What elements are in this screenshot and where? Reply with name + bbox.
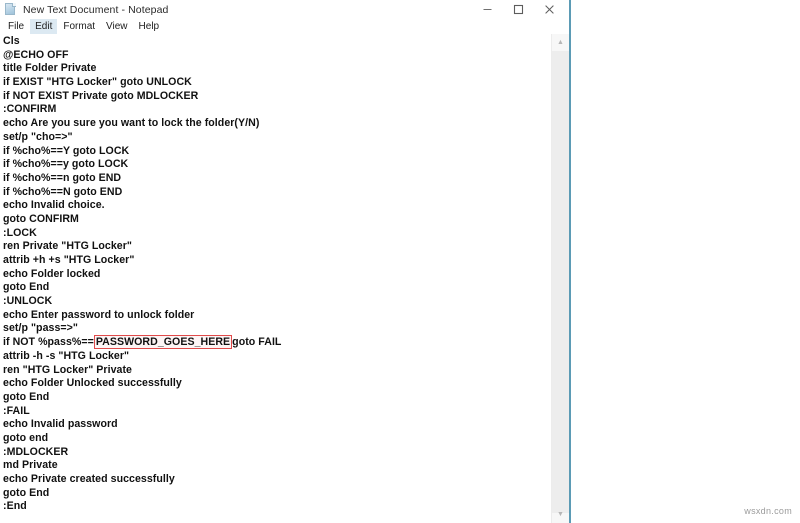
code-line: goto End: [3, 281, 50, 294]
code-line: if %cho%==n goto END: [3, 171, 122, 184]
vertical-scrollbar[interactable]: ▲ ▼: [551, 34, 569, 523]
scroll-up-icon[interactable]: ▲: [552, 34, 569, 51]
code-line: @ECHO OFF: [3, 48, 69, 61]
menu-item-edit[interactable]: Edit: [30, 19, 58, 34]
code-line: echo Are you sure you want to lock the f…: [3, 117, 260, 130]
notepad-window: New Text Document - Notepad File Edit Fo…: [0, 0, 571, 523]
notepad-document-icon: [4, 3, 17, 16]
code-line: echo Private created successfully: [3, 473, 175, 485]
code-line: :CONFIRM: [3, 103, 57, 116]
code-line: echo Enter password to unlock folder: [3, 308, 195, 321]
code-line: title Folder Private: [3, 62, 97, 75]
close-button[interactable]: [534, 0, 565, 19]
code-line: Cls: [3, 35, 20, 47]
code-line: :MDLOCKER: [3, 445, 69, 458]
code-line: attrib -h -s "HTG Locker": [3, 349, 130, 362]
code-line-highlighted: if NOT %pass%== PASSWORD_GOES_HERE goto FA…: [3, 335, 551, 350]
screen-root: New Text Document - Notepad File Edit Fo…: [0, 0, 800, 523]
code-line: if %cho%==Y goto LOCK: [3, 144, 130, 157]
code-line: echo Folder locked: [3, 267, 101, 280]
text-content[interactable]: Cls @ECHO OFF title Folder Private if EXIST…: [0, 34, 551, 523]
scroll-down-icon[interactable]: ▼: [552, 506, 569, 523]
code-line: :UNLOCK: [3, 295, 53, 308]
menu-bar: File Edit Format View Help: [0, 19, 569, 34]
code-line: goto End: [3, 486, 50, 499]
menu-item-file[interactable]: File: [3, 19, 29, 34]
code-line: goto CONFIRM: [3, 212, 79, 225]
editor-area[interactable]: Cls @ECHO OFF title Folder Private if EXIST…: [0, 34, 569, 523]
password-placeholder-highlight: PASSWORD_GOES_HERE: [93, 335, 233, 350]
window-controls: [472, 0, 565, 19]
maximize-button[interactable]: [503, 0, 534, 19]
code-line: echo Invalid password: [3, 418, 118, 431]
code-line: ren Private "HTG Locker": [3, 240, 132, 253]
scrollbar-track[interactable]: [552, 51, 569, 513]
code-line: goto end: [3, 431, 49, 444]
scrollbar-thumb[interactable]: [552, 51, 569, 513]
menu-item-help[interactable]: Help: [134, 19, 165, 34]
code-line: ren "HTG Locker" Private: [3, 363, 132, 376]
code-line: set/p "cho=>": [3, 130, 73, 143]
code-line: if EXIST "HTG Locker" goto UNLOCK: [3, 76, 192, 89]
code-line: goto End: [3, 390, 50, 403]
code-line: :LOCK: [3, 226, 37, 239]
code-line: md Private: [3, 459, 58, 472]
menu-item-view[interactable]: View: [101, 19, 133, 34]
desktop-background: [573, 0, 800, 523]
code-line: if %cho%==N goto END: [3, 185, 123, 198]
code-line: if %cho%==y goto LOCK: [3, 158, 129, 171]
code-line: echo Invalid choice.: [3, 199, 105, 212]
code-line: echo Folder Unlocked successfully: [3, 377, 182, 390]
code-line: attrib +h +s "HTG Locker": [3, 254, 135, 266]
menu-item-format[interactable]: Format: [58, 19, 100, 34]
code-line: :FAIL: [3, 404, 30, 417]
code-line: if NOT EXIST Private goto MDLOCKER: [3, 89, 199, 102]
minimize-button[interactable]: [472, 0, 503, 19]
title-bar[interactable]: New Text Document - Notepad: [0, 0, 569, 19]
window-title: New Text Document - Notepad: [23, 3, 169, 16]
code-line-prefix: if NOT %pass%==: [3, 336, 94, 349]
code-line: :End: [3, 500, 27, 513]
code-line: set/p "pass=>": [3, 322, 78, 335]
site-watermark: wsxdn.com: [744, 506, 792, 516]
code-line-suffix: goto FAIL: [232, 336, 282, 349]
